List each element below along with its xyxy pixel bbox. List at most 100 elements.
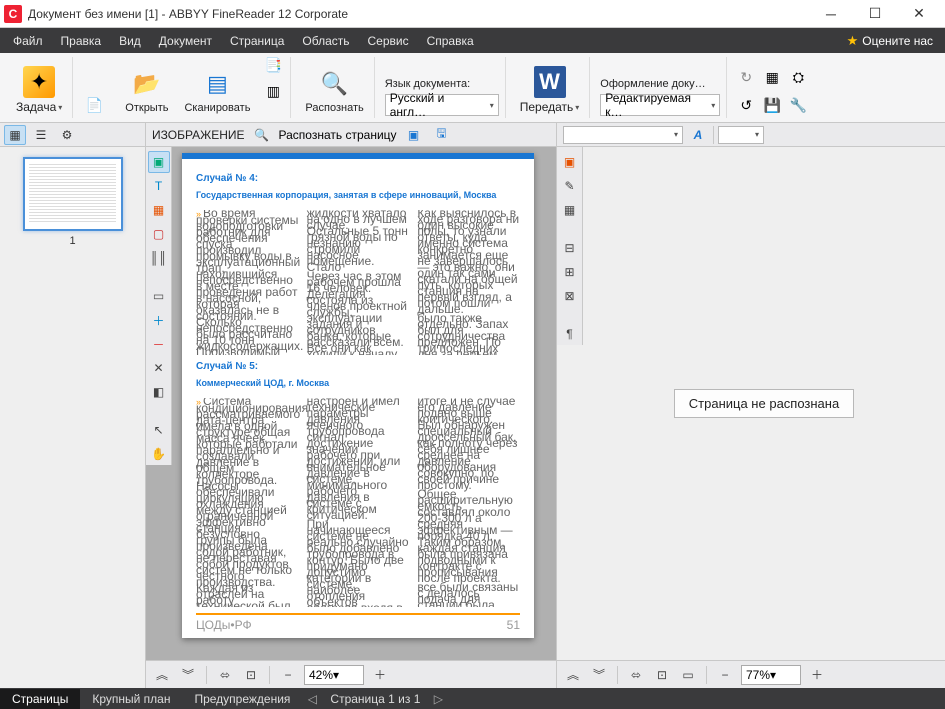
nav-down-icon[interactable]: ︾ <box>178 665 198 685</box>
close-button[interactable]: ✕ <box>897 0 941 28</box>
chevron-down-icon: ▾ <box>674 130 678 139</box>
text-zoom-value: 77% <box>746 668 770 682</box>
scan-button[interactable]: ▤ Сканировать <box>180 66 254 116</box>
not-recognized-message: Страница не распознана <box>674 389 854 418</box>
tool-pointer-icon[interactable]: ↖ <box>148 419 170 441</box>
scan-more-icon[interactable]: ▥ <box>262 80 284 102</box>
open-button[interactable]: 📂 Открыть <box>121 66 172 116</box>
chevron-down-icon: ▾ <box>711 101 715 110</box>
chevron-down-icon: ▾ <box>575 103 579 112</box>
image-viewport[interactable]: Случай № 4: Государственная корпорация, … <box>172 147 556 660</box>
style-combo[interactable]: Редактируемая к… ▾ <box>600 94 720 116</box>
minimize-button[interactable]: ─ <box>809 0 853 28</box>
new-doc-icon[interactable]: 📄 <box>83 94 105 116</box>
style-label: Оформление доку… <box>600 78 705 90</box>
text-tool-merge-icon[interactable]: ⊟ <box>559 237 581 259</box>
open-more-icon[interactable]: 📑 <box>262 54 284 76</box>
recognize-icon: 🔍 <box>319 68 351 100</box>
tool-table-area-icon[interactable]: ▦ <box>148 199 170 221</box>
text-nav-up-icon[interactable]: ︽ <box>563 665 583 685</box>
menu-file[interactable]: Файл <box>4 31 52 51</box>
status-tab-closeup[interactable]: Крупный план <box>80 689 182 709</box>
undo-icon[interactable]: ↺ <box>735 94 757 116</box>
font-combo[interactable]: ▾ <box>563 126 683 144</box>
chevron-down-icon: ▾ <box>770 668 776 682</box>
doc-footer-left: ЦОДы•РФ <box>196 618 252 632</box>
menu-service[interactable]: Сервис <box>359 31 418 51</box>
text-fit-width-icon[interactable]: ⬄ <box>626 665 646 685</box>
toolbar-ribbon: ✦ Задача▾ 📄 📂 Открыть ▤ Сканировать 📑 ▥ … <box>0 53 945 123</box>
recognize-button[interactable]: 🔍 Распознать <box>301 66 367 116</box>
window-title: Документ без имени [1] - ABBYY FineReade… <box>28 7 809 21</box>
fit-width-icon[interactable]: ⬄ <box>215 665 235 685</box>
language-combo[interactable]: Русский и англ… ▾ <box>385 94 499 116</box>
open-label: Открыть <box>125 102 168 114</box>
menu-view[interactable]: Вид <box>110 31 150 51</box>
tool-delete-icon[interactable]: ✕ <box>148 357 170 379</box>
view-thumbs-icon[interactable]: ▦ <box>4 125 26 145</box>
menu-document[interactable]: Документ <box>150 31 221 51</box>
text-tool-split-icon[interactable]: ⊞ <box>559 261 581 283</box>
analyze-icon[interactable]: ▣ <box>403 125 425 145</box>
save-icon[interactable]: 💾 <box>761 94 783 116</box>
zoom-in-icon[interactable]: ＋ <box>370 665 390 685</box>
redo-icon[interactable]: ↻ <box>735 66 757 88</box>
text-nav-down-icon[interactable]: ︾ <box>589 665 609 685</box>
tool-recognize-area-icon[interactable]: ▣ <box>148 151 170 173</box>
tool-barcode-icon[interactable]: ║║ <box>148 247 170 269</box>
doc-case4-sub: Государственная корпорация, занятая в сф… <box>196 190 520 200</box>
tool-add-part-icon[interactable]: ＋ <box>148 309 170 331</box>
tool-text-area-icon[interactable]: T <box>148 175 170 197</box>
lang-label: Язык документа: <box>385 78 470 90</box>
text-zoom-out-icon[interactable]: − <box>715 665 735 685</box>
menu-edit[interactable]: Правка <box>52 31 111 51</box>
recognize-page-icon[interactable]: 🔍 <box>251 125 273 145</box>
doc-case4-heading: Случай № 4: <box>196 173 520 184</box>
rate-us-button[interactable]: ★ Оцените нас <box>839 30 941 52</box>
send-button[interactable]: W Передать▾ <box>516 64 584 116</box>
settings-icon[interactable]: 🔧 <box>787 94 809 116</box>
fit-page-icon[interactable]: ⊡ <box>241 665 261 685</box>
text-zoom-combo[interactable]: 77%▾ <box>741 665 801 685</box>
font-size-combo[interactable]: ▾ <box>718 126 764 144</box>
document-page: Случай № 4: Государственная корпорация, … <box>182 153 534 638</box>
extra1-icon[interactable]: ▦ <box>761 66 783 88</box>
text-tool-paragraph-icon[interactable]: ¶ <box>559 323 581 345</box>
status-prev-page-icon[interactable]: ◁ <box>302 692 322 706</box>
text-tool-pen-icon[interactable]: ✎ <box>559 175 581 197</box>
text-fit3-icon[interactable]: ▭ <box>678 665 698 685</box>
tool-picture-area-icon[interactable]: ▢ <box>148 223 170 245</box>
secondary-strip: ▦ ☰ ⚙ ИЗОБРАЖЕНИЕ 🔍 Распознать страницу … <box>0 123 945 147</box>
chevron-down-icon: ▾ <box>58 103 62 112</box>
text-tool-remove-icon[interactable]: ⊠ <box>559 285 581 307</box>
menu-area[interactable]: Область <box>293 31 358 51</box>
extra2-icon[interactable]: ⛭ <box>787 66 809 88</box>
image-zoom-bar: ︽ ︾ ⬄ ⊡ − 42%▾ ＋ <box>146 660 556 688</box>
maximize-button[interactable]: ☐ <box>853 0 897 28</box>
tool-hand-icon[interactable]: ✋ <box>148 443 170 465</box>
tool-eraser-icon[interactable]: ◧ <box>148 381 170 403</box>
status-tab-pages[interactable]: Страницы <box>0 689 80 709</box>
task-button[interactable]: ✦ Задача▾ <box>12 64 66 116</box>
text-zoom-in-icon[interactable]: ＋ <box>807 665 827 685</box>
save-image-icon[interactable]: 🖫 <box>431 125 453 145</box>
status-tab-warnings[interactable]: Предупреждения <box>182 689 302 709</box>
tool-cut-part-icon[interactable]: － <box>148 333 170 355</box>
menu-page[interactable]: Страница <box>221 31 293 51</box>
status-next-page-icon[interactable]: ▷ <box>428 692 448 706</box>
text-tool-picture-icon[interactable]: ▣ <box>559 151 581 173</box>
text-panel: ▣ ✎ ▦ ⊟ ⊞ ⊠ ¶ Страница не распознана ︽ ︾… <box>557 147 945 688</box>
style-value: Редактируемая к… <box>605 91 705 119</box>
zoom-combo[interactable]: 42%▾ <box>304 665 364 685</box>
task-label: Задача <box>16 100 56 114</box>
text-tool-table-icon[interactable]: ▦ <box>559 199 581 221</box>
zoom-out-icon[interactable]: − <box>278 665 298 685</box>
menu-help[interactable]: Справка <box>418 31 483 51</box>
view-list-icon[interactable]: ☰ <box>30 125 52 145</box>
view-props-icon[interactable]: ⚙ <box>56 125 78 145</box>
tool-select-icon[interactable]: ▭ <box>148 285 170 307</box>
text-style-icon[interactable]: A <box>687 125 709 145</box>
nav-up-icon[interactable]: ︽ <box>152 665 172 685</box>
page-thumbnail-1[interactable] <box>23 157 123 231</box>
text-fit-page-icon[interactable]: ⊡ <box>652 665 672 685</box>
